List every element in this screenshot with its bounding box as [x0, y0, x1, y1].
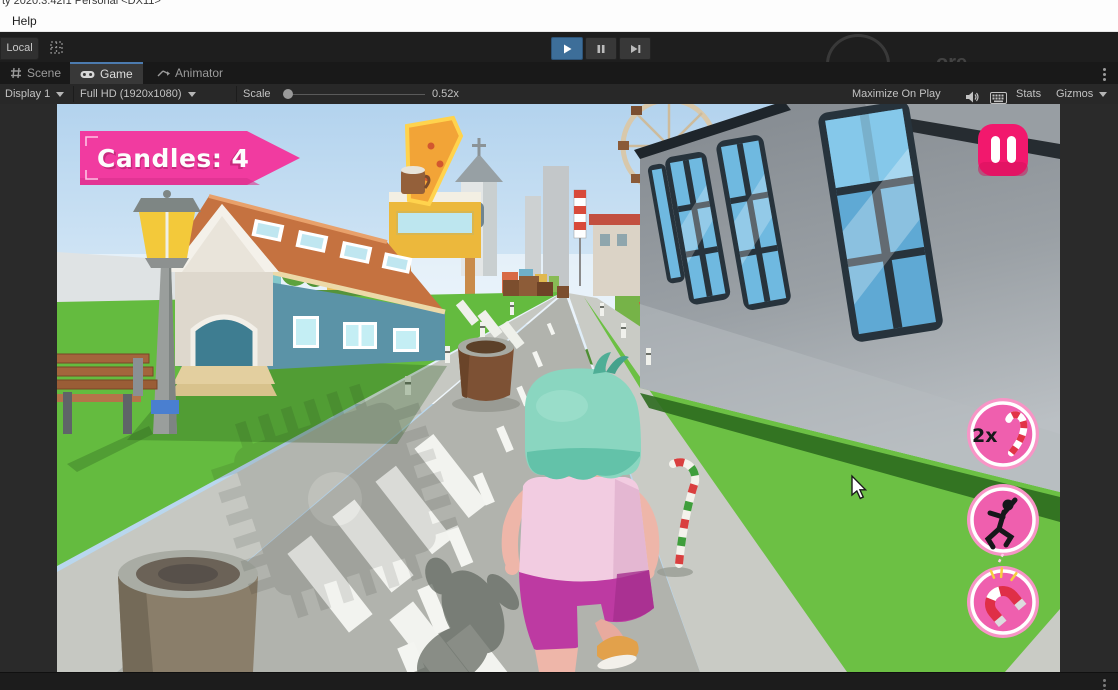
chevron-down-icon: [1099, 92, 1107, 97]
tab-game[interactable]: Game: [70, 62, 143, 84]
gizmos-label: Gizmos: [1056, 88, 1093, 100]
animator-icon: [157, 68, 170, 79]
tab-scene-label: Scene: [27, 66, 61, 80]
step-icon: [629, 43, 642, 55]
pause-button[interactable]: [585, 37, 617, 60]
planter-barrel: [118, 550, 258, 672]
tab-animator[interactable]: Animator: [147, 62, 233, 84]
divider: [236, 86, 237, 102]
step-button[interactable]: [619, 37, 651, 60]
play-icon: [561, 43, 573, 55]
scene-icon: [10, 67, 22, 79]
tab-options-kebab-icon[interactable]: [1102, 66, 1106, 83]
tab-scene[interactable]: Scene: [0, 62, 71, 84]
play-button[interactable]: [551, 37, 583, 60]
menu-bar: Help: [0, 12, 1118, 32]
resolution-dropdown[interactable]: Full HD (1920x1080): [80, 84, 196, 104]
barrel: [452, 337, 520, 412]
unity-editor-window: ty 2020.3.42f1 Personal <DX11> Help Loca…: [0, 0, 1118, 690]
powerup-double-candy-button[interactable]: 2x: [967, 398, 1039, 470]
editor-background-left: [0, 104, 57, 672]
multiplier-label: 2x: [972, 425, 997, 447]
tab-bar: Scene Game Animator: [0, 62, 1118, 84]
divider: [73, 86, 74, 102]
play-controls: [551, 37, 651, 60]
maximize-on-play-toggle[interactable]: Maximize On Play: [852, 84, 941, 104]
grid-snap-icon[interactable]: [49, 40, 65, 56]
scale-label: Scale: [243, 84, 271, 104]
game-icon: [80, 69, 95, 80]
chevron-down-icon: [56, 92, 64, 97]
scale-slider-handle[interactable]: [283, 89, 293, 99]
gizmos-dropdown[interactable]: Gizmos: [1056, 84, 1107, 104]
status-bar: [0, 672, 1118, 690]
display-dropdown[interactable]: Display 1: [5, 84, 64, 104]
editor-background-right: [1060, 104, 1118, 672]
menu-help[interactable]: Help: [8, 14, 41, 28]
tab-animator-label: Animator: [175, 66, 223, 80]
stats-toggle[interactable]: Stats: [1016, 84, 1041, 104]
pause-icon: [595, 43, 607, 55]
game-view-toolbar: Display 1 Full HD (1920x1080) Scale 0.52…: [0, 84, 1118, 105]
game-viewport[interactable]: Candles: 4 Candles: 4 2x: [57, 104, 1060, 672]
candles-count: Candles: 4: [97, 144, 249, 173]
window-titlebar: ty 2020.3.42f1 Personal <DX11>: [0, 0, 1118, 12]
status-kebab-icon[interactable]: [1102, 677, 1106, 690]
resolution-dropdown-label: Full HD (1920x1080): [80, 88, 182, 100]
hud-pause-button[interactable]: [978, 124, 1028, 176]
main-toolbar: Local ore: [0, 32, 1118, 62]
window-title: ty 2020.3.42f1 Personal <DX11>: [2, 0, 1118, 7]
display-dropdown-label: Display 1: [5, 88, 50, 100]
tab-game-label: Game: [100, 67, 133, 81]
scale-value: 0.52x: [432, 84, 459, 104]
scale-slider[interactable]: [283, 94, 425, 95]
local-pivot-button[interactable]: Local: [0, 37, 39, 60]
chevron-down-icon: [188, 92, 196, 97]
game-scene: Candles: 4 Candles: 4 2x: [57, 104, 1060, 672]
